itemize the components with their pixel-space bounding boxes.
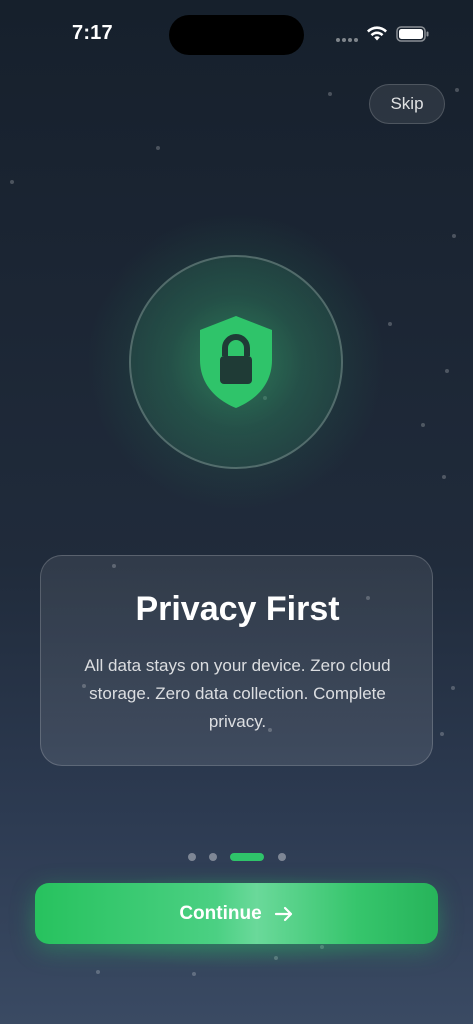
card-title: Privacy First <box>135 590 340 628</box>
background-star <box>440 732 444 736</box>
page-indicator <box>186 852 288 862</box>
background-star <box>96 970 100 974</box>
cellular-signal-icon <box>336 38 360 42</box>
background-star <box>451 686 455 690</box>
continue-button[interactable]: Continue <box>35 883 438 944</box>
status-bar: 7:17 <box>0 0 473 70</box>
background-star <box>421 423 425 427</box>
card-description: All data stays on your device. Zero clou… <box>84 656 391 731</box>
page-dot-1 <box>188 853 196 861</box>
battery-icon <box>396 26 429 42</box>
background-star <box>328 92 332 96</box>
page-dot-4 <box>278 853 286 861</box>
background-star <box>452 234 456 238</box>
info-card: Privacy First All data stays on your dev… <box>40 555 433 766</box>
skip-button[interactable]: Skip <box>369 84 445 124</box>
onboarding-screen: 7:17 Skip Privacy First All data stays o <box>0 0 473 1024</box>
wifi-icon <box>367 26 387 41</box>
background-star <box>156 146 160 150</box>
status-time: 7:17 <box>72 22 113 44</box>
page-dot-2 <box>209 853 217 861</box>
page-dot-3-active <box>230 853 264 861</box>
background-star <box>388 322 392 326</box>
arrow-right-icon <box>274 906 292 921</box>
continue-label: Continue <box>179 902 262 924</box>
background-star <box>442 475 446 479</box>
dynamic-island <box>169 15 304 55</box>
background-star <box>192 972 196 976</box>
background-star <box>455 88 459 92</box>
background-star <box>10 180 14 184</box>
background-star <box>445 369 449 373</box>
shield-lock-icon <box>200 316 272 408</box>
